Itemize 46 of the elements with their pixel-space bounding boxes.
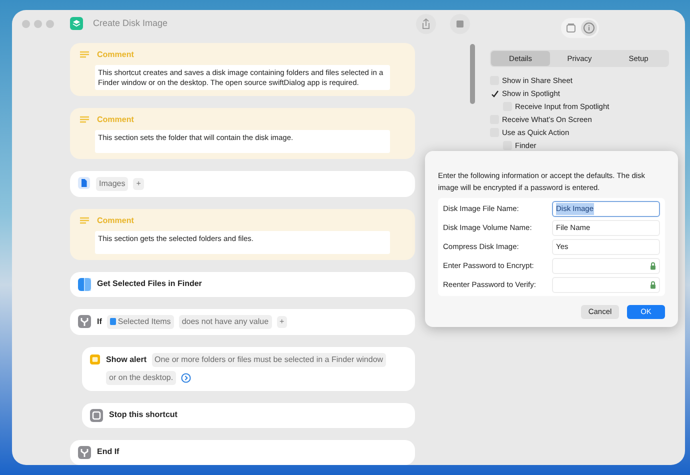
share-icon[interactable] xyxy=(416,14,436,34)
action-title: End If xyxy=(97,446,120,458)
lock-icon xyxy=(650,281,656,289)
checkbox[interactable] xyxy=(490,89,499,98)
chevron-circle-icon[interactable] xyxy=(181,373,192,383)
action-title: Show alert xyxy=(106,354,146,366)
input-field[interactable] xyxy=(552,258,660,274)
input-field[interactable] xyxy=(552,277,660,293)
parameter-token[interactable]: One or more folders or files must be selected in a Finder window xyxy=(152,353,386,367)
lock-icon xyxy=(650,262,656,270)
layers-icon xyxy=(70,17,83,30)
action-card[interactable]: If Selected Items does not have any value + xyxy=(70,309,415,335)
document-icon xyxy=(78,177,90,189)
action-title: Stop this shortcut xyxy=(109,409,178,421)
minimize-button[interactable] xyxy=(34,20,42,28)
parameter-token[interactable]: Images xyxy=(96,177,128,191)
comment-title: Comment xyxy=(97,215,134,227)
parameter-token[interactable]: does not have any value xyxy=(178,315,272,329)
comment-title: Comment xyxy=(97,49,134,61)
scrollbar[interactable] xyxy=(470,44,475,104)
parameter-token[interactable]: Selected Items xyxy=(106,315,174,329)
lines-icon xyxy=(80,116,89,124)
add-button[interactable]: + xyxy=(133,178,144,190)
stop-button-icon[interactable] xyxy=(450,14,470,34)
action-card[interactable]: Stop this shortcut xyxy=(82,403,415,428)
finder-icon xyxy=(78,278,91,291)
close-button[interactable] xyxy=(22,20,30,28)
action-card[interactable]: End If xyxy=(70,440,415,465)
alert-icon xyxy=(90,353,100,366)
action-card[interactable]: Images + xyxy=(70,171,415,197)
lines-icon xyxy=(80,217,89,225)
action-title: If xyxy=(97,316,102,328)
info-icon[interactable] xyxy=(580,20,596,36)
branch-icon xyxy=(78,446,91,459)
comment-title: Comment xyxy=(97,114,134,126)
add-button[interactable]: + xyxy=(276,316,288,328)
checkbox[interactable] xyxy=(503,141,512,150)
window-title: Create Disk Image xyxy=(93,16,168,30)
branch-icon xyxy=(78,315,91,328)
zoom-button[interactable] xyxy=(46,20,54,28)
parameter-token[interactable]: or on the desktop. xyxy=(106,371,176,385)
action-card[interactable]: Show alert One or more folders or files must be selected in a Finder window or on the desktop. xyxy=(82,347,415,391)
action-title: Get Selected Files in Finder xyxy=(97,278,202,290)
lines-icon xyxy=(80,51,89,59)
action-card[interactable]: Get Selected Files in Finder xyxy=(70,272,415,297)
stop-icon xyxy=(90,409,103,422)
